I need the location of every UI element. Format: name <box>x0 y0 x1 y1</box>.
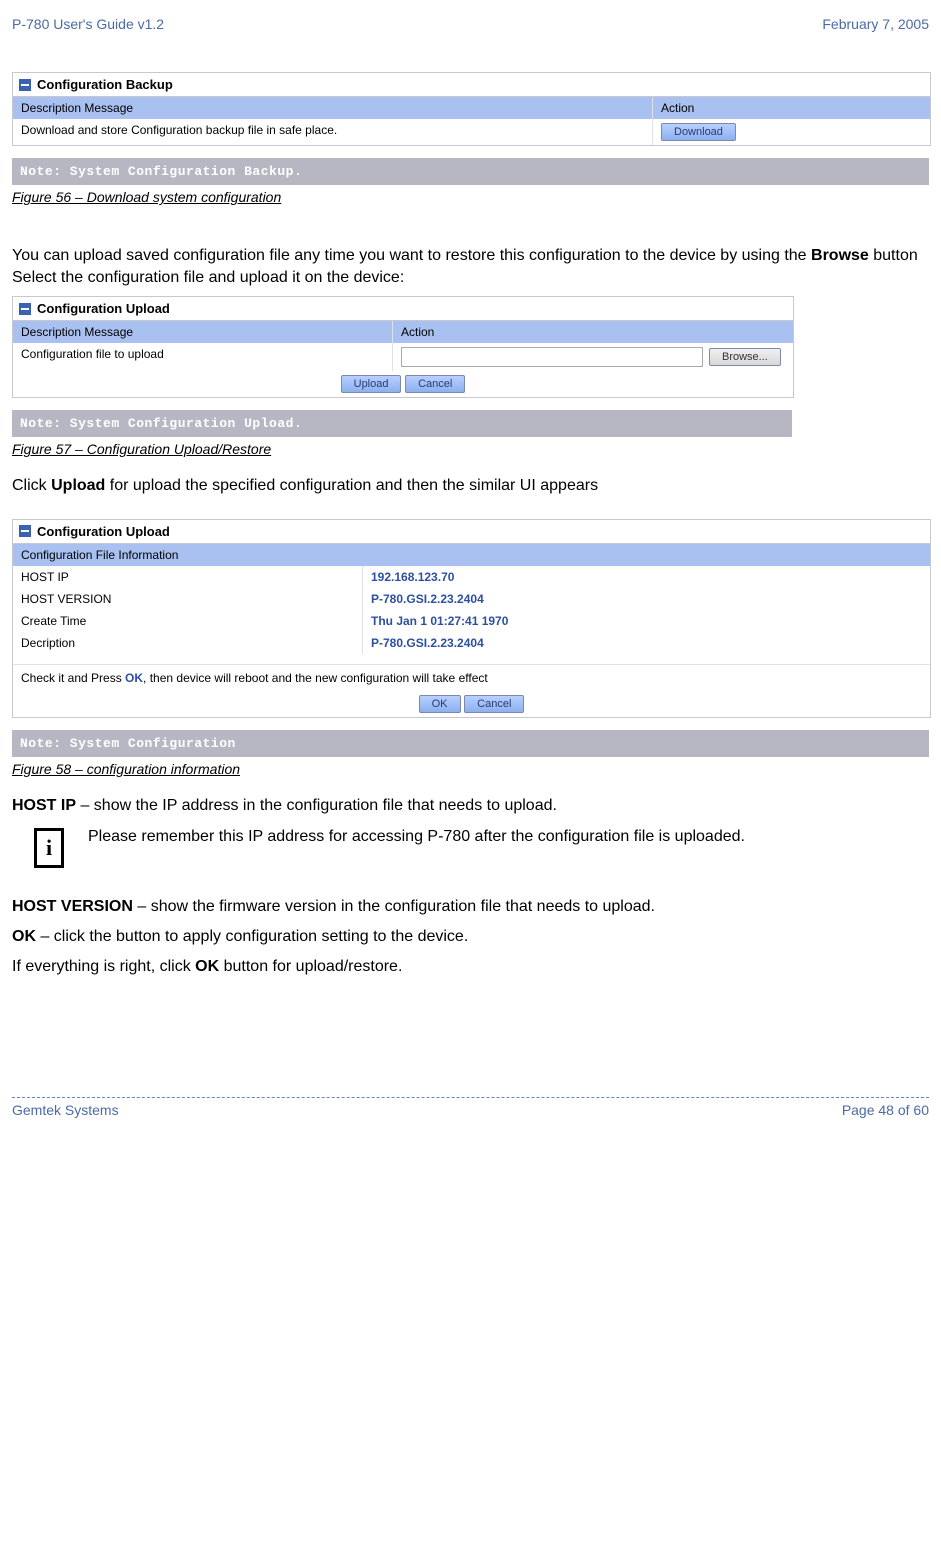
config-file-info-header: Configuration File Information <box>13 544 930 566</box>
col-description: Description Message <box>13 97 653 119</box>
note-backup: Note: System Configuration Backup. <box>12 158 929 185</box>
backup-description: Download and store Configuration backup … <box>13 119 653 145</box>
col-description: Description Message <box>13 321 393 343</box>
row-key: HOST VERSION <box>13 588 363 610</box>
note-upload: Note: System Configuration Upload. <box>12 410 792 437</box>
collapse-icon <box>19 79 31 91</box>
row-key: HOST IP <box>13 566 363 588</box>
figure-56-caption: Figure 56 – Download system configuratio… <box>12 189 929 205</box>
upload-button[interactable]: Upload <box>341 375 402 393</box>
cancel-button[interactable]: Cancel <box>464 695 524 713</box>
upload-row-label: Configuration file to upload <box>13 343 393 371</box>
cancel-button[interactable]: Cancel <box>405 375 465 393</box>
config-upload-panel: Configuration Upload Description Message… <box>12 296 794 398</box>
row-val: Thu Jan 1 01:27:41 1970 <box>363 610 930 632</box>
download-button[interactable]: Download <box>661 123 736 141</box>
col-action: Action <box>653 97 930 119</box>
row-val: P-780.GSI.2.23.2404 <box>363 588 930 610</box>
ok-button[interactable]: OK <box>419 695 461 713</box>
doc-date: February 7, 2005 <box>822 16 929 32</box>
final-instruction: If everything is right, click OK button … <box>12 956 929 978</box>
collapse-icon <box>19 525 31 537</box>
host-ip-desc: HOST IP – show the IP address in the con… <box>12 795 929 817</box>
upload-intro-text: You can upload saved configuration file … <box>12 245 929 288</box>
click-upload-text: Click Upload for upload the specified co… <box>12 475 929 497</box>
file-path-input[interactable] <box>401 347 703 367</box>
panel3-title: Configuration Upload <box>37 524 170 539</box>
figure-57-caption: Figure 57 – Configuration Upload/Restore <box>12 441 929 457</box>
row-val: 192.168.123.70 <box>363 566 930 588</box>
collapse-icon <box>19 303 31 315</box>
note-system-config: Note: System Configuration <box>12 730 929 757</box>
footer-page: Page 48 of 60 <box>842 1102 929 1118</box>
row-key: Decription <box>13 632 363 654</box>
panel2-title: Configuration Upload <box>37 301 170 316</box>
reboot-instruction: Check it and Press OK, then device will … <box>13 664 930 691</box>
row-val: P-780.GSI.2.23.2404 <box>363 632 930 654</box>
info-note: i Please remember this IP address for ac… <box>12 824 929 868</box>
figure-58-caption: Figure 58 – configuration information <box>12 761 929 777</box>
config-backup-panel: Configuration Backup Description Message… <box>12 72 931 146</box>
config-info-panel: Configuration Upload Configuration File … <box>12 519 931 718</box>
host-version-desc: HOST VERSION – show the firmware version… <box>12 896 929 918</box>
footer-company: Gemtek Systems <box>12 1102 119 1118</box>
panel1-title: Configuration Backup <box>37 77 173 92</box>
browse-button[interactable]: Browse... <box>709 348 781 366</box>
ok-desc: OK – click the button to apply configura… <box>12 926 929 948</box>
row-key: Create Time <box>13 610 363 632</box>
doc-title: P-780 User's Guide v1.2 <box>12 16 164 32</box>
col-action: Action <box>393 321 793 343</box>
info-text: Please remember this IP address for acce… <box>88 824 745 848</box>
info-icon: i <box>34 828 64 868</box>
